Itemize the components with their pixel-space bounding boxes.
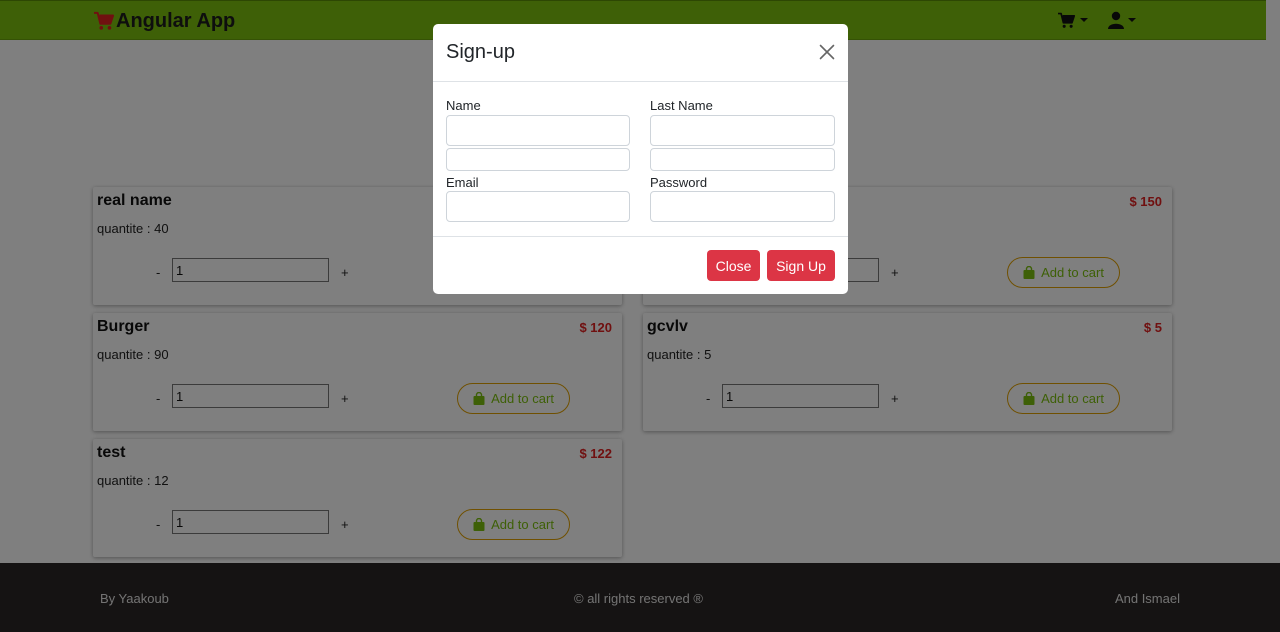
name-label: Name: [446, 98, 481, 113]
signup-modal: Sign-up Name Last Name Email Password Cl…: [433, 24, 848, 294]
modal-title: Sign-up: [446, 41, 515, 63]
modal-footer: Close Sign Up: [433, 236, 848, 294]
close-button[interactable]: Close: [707, 250, 760, 281]
modal-header: Sign-up: [433, 24, 848, 82]
close-icon[interactable]: [819, 44, 835, 60]
sign-up-button[interactable]: Sign Up: [767, 250, 835, 281]
password-label: Password: [650, 175, 708, 190]
name-extra-field[interactable]: [446, 148, 630, 171]
email-label: Email: [446, 175, 479, 190]
email-field[interactable]: [446, 191, 630, 222]
name-field[interactable]: [446, 115, 630, 146]
lastname-field[interactable]: [650, 115, 835, 146]
lastname-label: Last Name: [650, 98, 713, 113]
lastname-extra-field[interactable]: [650, 148, 835, 171]
password-field[interactable]: [650, 191, 835, 222]
